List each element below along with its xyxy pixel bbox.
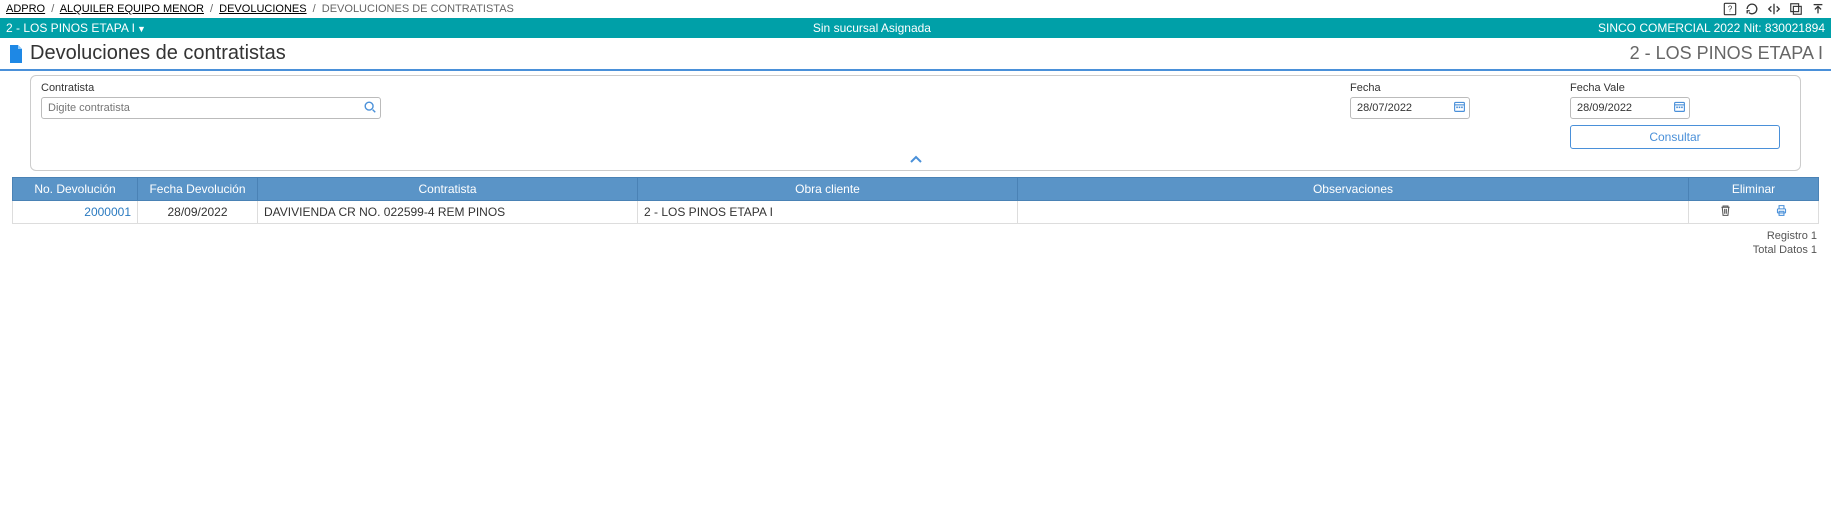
record-count: Registro 1 bbox=[0, 230, 1817, 242]
th-eliminar[interactable]: Eliminar bbox=[1689, 178, 1819, 201]
chevron-down-icon: ▼ bbox=[137, 24, 146, 34]
contratista-input[interactable] bbox=[41, 97, 381, 119]
breadcrumb-sep: / bbox=[51, 3, 54, 15]
breadcrumb-item-devoluciones[interactable]: DEVOLUCIONES bbox=[219, 3, 306, 15]
total-count: Total Datos 1 bbox=[0, 244, 1817, 256]
fecha-input[interactable] bbox=[1350, 97, 1470, 119]
scroll-top-icon[interactable] bbox=[1811, 2, 1825, 16]
page-subtitle: 2 - LOS PINOS ETAPA I bbox=[1630, 43, 1823, 64]
help-icon[interactable]: ? bbox=[1723, 2, 1737, 16]
cell-contratista: DAVIVIENDA CR NO. 022599-4 REM PINOS bbox=[258, 201, 638, 224]
cell-obra: 2 - LOS PINOS ETAPA I bbox=[638, 201, 1018, 224]
breadcrumb-item-alquiler[interactable]: ALQUILER EQUIPO MENOR bbox=[60, 3, 204, 15]
footer-counts: Registro 1 Total Datos 1 bbox=[0, 230, 1817, 256]
cell-obs bbox=[1018, 201, 1689, 224]
consultar-button[interactable]: Consultar bbox=[1570, 125, 1780, 149]
breadcrumb-bar: ADPRO / ALQUILER EQUIPO MENOR / DEVOLUCI… bbox=[0, 0, 1831, 18]
results-table: No. Devolución Fecha Devolución Contrati… bbox=[12, 177, 1819, 224]
breadcrumb-item-adpro[interactable]: ADPRO bbox=[6, 3, 45, 15]
fecha-vale-label: Fecha Vale bbox=[1570, 82, 1790, 94]
print-icon[interactable] bbox=[1775, 205, 1788, 220]
table-row: 2000001 28/09/2022 DAVIVIENDA CR NO. 022… bbox=[13, 201, 1819, 224]
svg-text:?: ? bbox=[1728, 5, 1733, 14]
breadcrumb-current: DEVOLUCIONES DE CONTRATISTAS bbox=[322, 3, 514, 15]
branch-status: Sin sucursal Asignada bbox=[146, 21, 1598, 35]
project-selector[interactable]: 2 - LOS PINOS ETAPA I▼ bbox=[6, 21, 146, 35]
contratista-label: Contratista bbox=[41, 82, 1310, 94]
th-obs[interactable]: Observaciones bbox=[1018, 178, 1689, 201]
th-contratista[interactable]: Contratista bbox=[258, 178, 638, 201]
page-title-row: Devoluciones de contratistas 2 - LOS PIN… bbox=[0, 38, 1831, 71]
context-bar: 2 - LOS PINOS ETAPA I▼ Sin sucursal Asig… bbox=[0, 18, 1831, 38]
filter-panel: Contratista Fecha Fecha Vale bbox=[30, 75, 1801, 171]
delete-icon[interactable] bbox=[1719, 205, 1736, 220]
company-info: SINCO COMERCIAL 2022 Nit: 830021894 bbox=[1598, 21, 1825, 35]
results-table-wrap: No. Devolución Fecha Devolución Contrati… bbox=[12, 177, 1819, 224]
maximize-icon[interactable] bbox=[1789, 2, 1803, 16]
th-fecha[interactable]: Fecha Devolución bbox=[138, 178, 258, 201]
refresh-icon[interactable] bbox=[1745, 2, 1759, 16]
cell-no-link[interactable]: 2000001 bbox=[13, 201, 138, 224]
breadcrumb-sep: / bbox=[210, 3, 213, 15]
th-obra[interactable]: Obra cliente bbox=[638, 178, 1018, 201]
calendar-icon[interactable] bbox=[1673, 100, 1686, 116]
th-no[interactable]: No. Devolución bbox=[13, 178, 138, 201]
breadcrumb-sep: / bbox=[313, 3, 316, 15]
calendar-icon[interactable] bbox=[1453, 100, 1466, 116]
breadcrumb: ADPRO / ALQUILER EQUIPO MENOR / DEVOLUCI… bbox=[6, 3, 514, 15]
fecha-vale-input[interactable] bbox=[1570, 97, 1690, 119]
top-icons: ? bbox=[1723, 2, 1825, 16]
collapse-panel-icon[interactable] bbox=[909, 153, 923, 168]
document-icon bbox=[8, 45, 24, 63]
project-selector-label: 2 - LOS PINOS ETAPA I bbox=[6, 21, 135, 35]
page-title: Devoluciones de contratistas bbox=[30, 42, 286, 65]
fecha-label: Fecha bbox=[1350, 82, 1530, 94]
search-icon[interactable] bbox=[363, 100, 377, 117]
split-icon[interactable] bbox=[1767, 2, 1781, 16]
cell-actions bbox=[1689, 201, 1819, 224]
cell-fecha: 28/09/2022 bbox=[138, 201, 258, 224]
